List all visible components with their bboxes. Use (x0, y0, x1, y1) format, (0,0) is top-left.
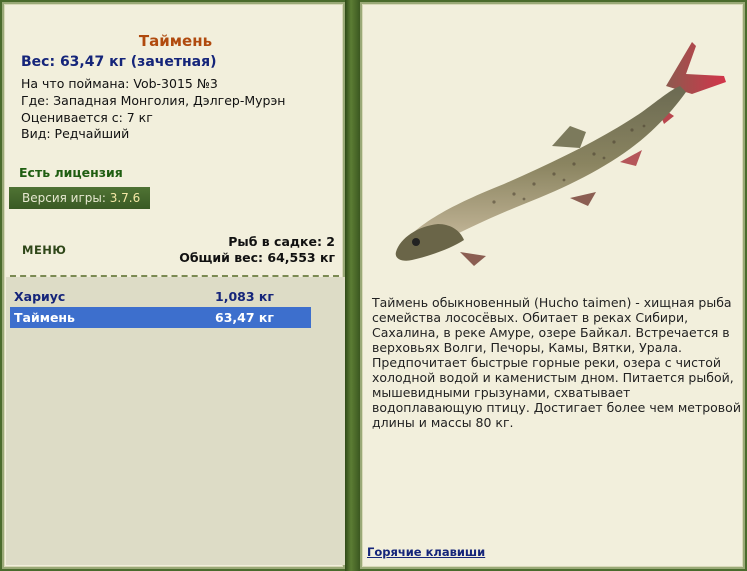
total-weight: Общий вес: 64,553 кг (179, 250, 335, 265)
catch-weight: 1,083 кг (215, 289, 274, 304)
license-status: Есть лицензия (19, 165, 123, 180)
hotkeys-link[interactable]: Горячие клавиши (367, 545, 485, 559)
catch-location: Где: Западная Монголия, Дэлгер-Мурэн (21, 93, 286, 108)
fish-title: Таймень (138, 32, 213, 50)
keepnet-stats: Рыб в садке: 2 Общий вес: 64,553 кг (179, 234, 335, 266)
taimen-fish-image (395, 42, 726, 266)
catch-info-panel: Таймень Вес: 63,47 кг (зачетная) На что … (2, 2, 345, 569)
catch-list-item-selected[interactable]: Таймень 63,47 кг (10, 307, 311, 328)
catch-list-item[interactable]: Хариус 1,083 кг (10, 286, 311, 307)
counted-from: Оценивается с: 7 кг (21, 110, 153, 125)
catch-name: Хариус (14, 289, 66, 304)
fish-description: Таймень обыкновенный (Hucho taimen) - хи… (372, 295, 741, 430)
fish-count: Рыб в садке: 2 (228, 234, 335, 249)
caught-with: На что поймана: Vob-3015 №3 (21, 76, 218, 91)
menu-button[interactable]: МЕНЮ (22, 243, 66, 257)
panel-divider (345, 0, 360, 571)
fish-kind: Вид: Редчайший (21, 126, 130, 141)
fish-description-panel: Таймень обыкновенный (Hucho taimen) - хи… (360, 2, 745, 569)
catch-name: Таймень (14, 310, 75, 325)
version-value: 3.7.6 (109, 191, 141, 205)
catch-weight: 63,47 кг (215, 310, 274, 325)
catch-list: Хариус 1,083 кг Таймень 63,47 кг (6, 277, 345, 565)
fish-weight: Вес: 63,47 кг (зачетная) (21, 54, 217, 70)
version-label: Версия игры: (22, 191, 110, 205)
version-badge: Версия игры: 3.7.6 (9, 187, 150, 209)
